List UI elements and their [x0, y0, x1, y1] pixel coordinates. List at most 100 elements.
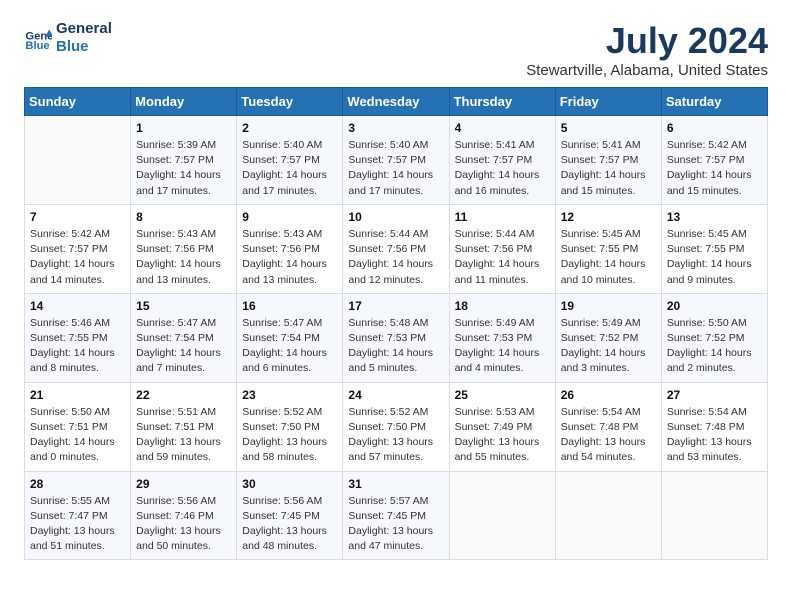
day-info: Sunrise: 5:47 AMSunset: 7:54 PMDaylight:… [242, 316, 337, 377]
header-wednesday: Wednesday [343, 88, 449, 116]
day-cell: 16Sunrise: 5:47 AMSunset: 7:54 PMDayligh… [237, 293, 343, 382]
day-info: Sunrise: 5:44 AMSunset: 7:56 PMDaylight:… [348, 227, 443, 288]
day-number: 14 [30, 299, 125, 313]
day-number: 6 [667, 121, 762, 135]
day-info: Sunrise: 5:50 AMSunset: 7:51 PMDaylight:… [30, 405, 125, 466]
day-cell [661, 471, 767, 560]
day-info: Sunrise: 5:54 AMSunset: 7:48 PMDaylight:… [561, 405, 656, 466]
page-header: General Blue General Blue July 2024 Stew… [24, 20, 768, 79]
day-cell: 11 Sunrise: 5:44 AMSunset: 7:56 PMDayligh… [449, 204, 555, 293]
day-number: 20 [667, 299, 762, 313]
day-cell: 4Sunrise: 5:41 AMSunset: 7:57 PMDaylight… [449, 116, 555, 205]
day-number: 15 [136, 299, 231, 313]
day-info: Sunrise: 5:48 AMSunset: 7:53 PMDaylight:… [348, 316, 443, 377]
day-cell: 10 Sunrise: 5:44 AMSunset: 7:56 PMDayligh… [343, 204, 449, 293]
week-row-5: 28 Sunrise: 5:55 AMSunset: 7:47 PMDayligh… [25, 471, 768, 560]
day-number: 22 [136, 388, 231, 402]
day-number: 23 [242, 388, 337, 402]
day-info: Sunrise: 5:41 AMSunset: 7:57 PMDaylight:… [561, 138, 656, 199]
title-area: July 2024 Stewartville, Alabama, United … [526, 20, 768, 79]
header-thursday: Thursday [449, 88, 555, 116]
day-info: Sunrise: 5:44 AMSunset: 7:56 PMDaylight:… [455, 227, 550, 288]
header-friday: Friday [555, 88, 661, 116]
day-info: Sunrise: 5:49 AMSunset: 7:53 PMDaylight:… [455, 316, 550, 377]
day-number: 2 [242, 121, 337, 135]
day-cell: 9Sunrise: 5:43 AMSunset: 7:56 PMDaylight… [237, 204, 343, 293]
day-cell: 31 Sunrise: 5:57 AMSunset: 7:45 PMDayligh… [343, 471, 449, 560]
day-info: Sunrise: 5:50 AMSunset: 7:52 PMDaylight:… [667, 316, 762, 377]
day-info: Sunrise: 5:51 AMSunset: 7:51 PMDaylight:… [136, 405, 231, 466]
day-cell: 25 Sunrise: 5:53 AMSunset: 7:49 PMDayligh… [449, 382, 555, 471]
day-info: Sunrise: 5:52 AMSunset: 7:50 PMDaylight:… [242, 405, 337, 466]
day-number: 27 [667, 388, 762, 402]
day-number: 17 [348, 299, 443, 313]
day-cell [25, 116, 131, 205]
day-cell: 3 Sunrise: 5:40 AMSunset: 7:57 PMDaylight… [343, 116, 449, 205]
day-number: 25 [455, 388, 550, 402]
day-info: Sunrise: 5:42 AMSunset: 7:57 PMDaylight:… [30, 227, 125, 288]
day-cell: 29 Sunrise: 5:56 AMSunset: 7:46 PMDayligh… [131, 471, 237, 560]
day-info: Sunrise: 5:47 AMSunset: 7:54 PMDaylight:… [136, 316, 231, 377]
header-monday: Monday [131, 88, 237, 116]
day-cell: 26 Sunrise: 5:54 AMSunset: 7:48 PMDayligh… [555, 382, 661, 471]
calendar-subtitle: Stewartville, Alabama, United States [526, 62, 768, 79]
day-number: 29 [136, 477, 231, 491]
week-row-4: 21 Sunrise: 5:50 AMSunset: 7:51 PMDayligh… [25, 382, 768, 471]
day-info: Sunrise: 5:57 AMSunset: 7:45 PMDaylight:… [348, 494, 443, 555]
day-number: 9 [242, 210, 337, 224]
day-info: Sunrise: 5:56 AMSunset: 7:45 PMDaylight:… [242, 494, 337, 555]
day-info: Sunrise: 5:45 AMSunset: 7:55 PMDaylight:… [561, 227, 656, 288]
calendar-table: SundayMondayTuesdayWednesdayThursdayFrid… [24, 87, 768, 560]
day-info: Sunrise: 5:56 AMSunset: 7:46 PMDaylight:… [136, 494, 231, 555]
day-number: 18 [455, 299, 550, 313]
day-cell: 17 Sunrise: 5:48 AMSunset: 7:53 PMDayligh… [343, 293, 449, 382]
day-number: 8 [136, 210, 231, 224]
day-cell: 21 Sunrise: 5:50 AMSunset: 7:51 PMDayligh… [25, 382, 131, 471]
day-number: 28 [30, 477, 125, 491]
day-info: Sunrise: 5:43 AMSunset: 7:56 PMDaylight:… [136, 227, 231, 288]
day-number: 13 [667, 210, 762, 224]
day-cell: 6 Sunrise: 5:42 AMSunset: 7:57 PMDaylight… [661, 116, 767, 205]
day-cell: 15 Sunrise: 5:47 AMSunset: 7:54 PMDayligh… [131, 293, 237, 382]
day-number: 5 [561, 121, 656, 135]
day-info: Sunrise: 5:42 AMSunset: 7:57 PMDaylight:… [667, 138, 762, 199]
day-number: 11 [455, 210, 550, 224]
day-cell [555, 471, 661, 560]
day-info: Sunrise: 5:49 AMSunset: 7:52 PMDaylight:… [561, 316, 656, 377]
day-info: Sunrise: 5:53 AMSunset: 7:49 PMDaylight:… [455, 405, 550, 466]
day-number: 21 [30, 388, 125, 402]
day-cell: 5 Sunrise: 5:41 AMSunset: 7:57 PMDaylight… [555, 116, 661, 205]
day-number: 10 [348, 210, 443, 224]
day-number: 3 [348, 121, 443, 135]
header-sunday: Sunday [25, 88, 131, 116]
day-number: 30 [242, 477, 337, 491]
day-info: Sunrise: 5:45 AMSunset: 7:55 PMDaylight:… [667, 227, 762, 288]
day-number: 31 [348, 477, 443, 491]
day-info: Sunrise: 5:46 AMSunset: 7:55 PMDaylight:… [30, 316, 125, 377]
day-number: 12 [561, 210, 656, 224]
day-info: Sunrise: 5:40 AMSunset: 7:57 PMDaylight:… [242, 138, 337, 199]
day-cell: 24Sunrise: 5:52 AMSunset: 7:50 PMDayligh… [343, 382, 449, 471]
calendar-header-row: SundayMondayTuesdayWednesdayThursdayFrid… [25, 88, 768, 116]
day-cell: 13 Sunrise: 5:45 AMSunset: 7:55 PMDayligh… [661, 204, 767, 293]
logo: General Blue General Blue [24, 20, 112, 56]
week-row-3: 14 Sunrise: 5:46 AMSunset: 7:55 PMDayligh… [25, 293, 768, 382]
day-cell: 12 Sunrise: 5:45 AMSunset: 7:55 PMDayligh… [555, 204, 661, 293]
day-cell [449, 471, 555, 560]
day-info: Sunrise: 5:55 AMSunset: 7:47 PMDaylight:… [30, 494, 125, 555]
day-cell: 18 Sunrise: 5:49 AMSunset: 7:53 PMDayligh… [449, 293, 555, 382]
week-row-1: 1Sunrise: 5:39 AMSunset: 7:57 PMDaylight… [25, 116, 768, 205]
day-cell: 19Sunrise: 5:49 AMSunset: 7:52 PMDayligh… [555, 293, 661, 382]
day-cell: 20 Sunrise: 5:50 AMSunset: 7:52 PMDayligh… [661, 293, 767, 382]
day-number: 7 [30, 210, 125, 224]
day-info: Sunrise: 5:54 AMSunset: 7:48 PMDaylight:… [667, 405, 762, 466]
day-number: 4 [455, 121, 550, 135]
day-cell: 8 Sunrise: 5:43 AMSunset: 7:56 PMDaylight… [131, 204, 237, 293]
day-cell: 7 Sunrise: 5:42 AMSunset: 7:57 PMDaylight… [25, 204, 131, 293]
day-number: 26 [561, 388, 656, 402]
day-cell: 1Sunrise: 5:39 AMSunset: 7:57 PMDaylight… [131, 116, 237, 205]
calendar-title: July 2024 [526, 20, 768, 62]
day-info: Sunrise: 5:39 AMSunset: 7:57 PMDaylight:… [136, 138, 231, 199]
day-cell: 2 Sunrise: 5:40 AMSunset: 7:57 PMDaylight… [237, 116, 343, 205]
day-info: Sunrise: 5:40 AMSunset: 7:57 PMDaylight:… [348, 138, 443, 199]
